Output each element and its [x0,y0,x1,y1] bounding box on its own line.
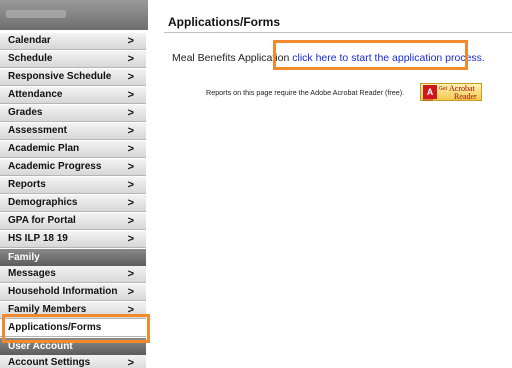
sidebar-section-user-account: User Account [0,338,146,355]
form-label: Meal Benefits Application [172,52,290,64]
sidebar-item-messages[interactable]: Messages > [0,266,146,283]
sidebar-item-applications-forms[interactable]: Applications/Forms [0,320,146,337]
sidebar-item-label: Schedule [8,53,53,64]
get-adobe-reader-button[interactable]: A Get Acrobat Reader Adobe [420,83,482,102]
chevron-right-icon: > [127,233,134,245]
sidebar-item-account-settings[interactable]: Account Settings > [0,355,146,368]
sidebar-item-label: Applications/Forms [8,322,102,333]
chevron-right-icon: > [127,125,134,137]
page-title: Applications/Forms [168,15,281,29]
chevron-right-icon: > [127,304,134,316]
chevron-right-icon: > [127,107,134,119]
start-application-link[interactable]: click here to start the application proc… [292,52,485,64]
title-divider [164,32,512,33]
sidebar-section-family: Family [0,249,146,266]
sidebar-item-responsive-schedule[interactable]: Responsive Schedule > [0,69,146,86]
reports-note: Reports on this page require the Adobe A… [206,88,405,97]
main-content: Applications/Forms Meal Benefits Applica… [148,0,512,368]
sidebar-item-household-information[interactable]: Household Information > [0,284,146,301]
adobe-small-text: Adobe [423,98,434,102]
sidebar-item-label: Reports [8,179,46,190]
chevron-right-icon: > [127,35,134,47]
sidebar-item-hs-ilp[interactable]: HS ILP 18 19 > [0,231,146,248]
sidebar-item-assessment[interactable]: Assessment > [0,123,146,140]
adobe-reader-text: Reader [454,92,477,101]
chevron-right-icon: > [127,179,134,191]
sidebar-item-gpa-for-portal[interactable]: GPA for Portal > [0,213,146,230]
sidebar-item-label: Attendance [8,89,63,100]
chevron-right-icon: > [127,161,134,173]
adobe-get-text: Get [439,86,448,92]
sidebar-item-schedule[interactable]: Schedule > [0,51,146,68]
sidebar-top-fade [6,10,66,18]
sidebar-item-grades[interactable]: Grades > [0,105,146,122]
sidebar-item-reports[interactable]: Reports > [0,177,146,194]
sidebar-item-label: Family Members [8,304,87,315]
sidebar-item-label: Account Settings [8,357,91,368]
sidebar-item-demographics[interactable]: Demographics > [0,195,146,212]
chevron-right-icon: > [127,143,134,155]
sidebar-item-label: Academic Plan [8,143,80,154]
sidebar-item-label: Household Information [8,286,118,297]
chevron-right-icon: > [127,286,134,298]
chevron-right-icon: > [127,89,134,101]
form-row: Meal Benefits Application click here to … [172,52,485,64]
sidebar-item-attendance[interactable]: Attendance > [0,87,146,104]
sidebar-item-academic-plan[interactable]: Academic Plan > [0,141,146,158]
chevron-right-icon: > [127,197,134,209]
adobe-logo-icon: A [423,85,437,99]
sidebar: Calendar > Schedule > Responsive Schedule >… [0,0,148,368]
chevron-right-icon: > [127,268,134,280]
sidebar-item-label: Messages [8,268,56,279]
sidebar-item-label: GPA for Portal [8,215,76,226]
chevron-right-icon: > [127,71,134,83]
chevron-right-icon: > [127,215,134,227]
sidebar-top-bar [0,0,148,30]
chevron-right-icon: > [127,357,134,368]
sidebar-item-label: Assessment [8,125,67,136]
sidebar-item-label: HS ILP 18 19 [8,233,68,244]
sidebar-item-label: Grades [8,107,43,118]
sidebar-item-label: Academic Progress [8,161,102,172]
sidebar-item-label: Demographics [8,197,78,208]
sidebar-item-family-members[interactable]: Family Members > [0,302,146,319]
chevron-right-icon: > [127,53,134,65]
sidebar-item-label: Responsive Schedule [8,71,112,82]
sidebar-item-label: Calendar [8,35,51,46]
sidebar-item-calendar[interactable]: Calendar > [0,33,146,50]
sidebar-item-academic-progress[interactable]: Academic Progress > [0,159,146,176]
